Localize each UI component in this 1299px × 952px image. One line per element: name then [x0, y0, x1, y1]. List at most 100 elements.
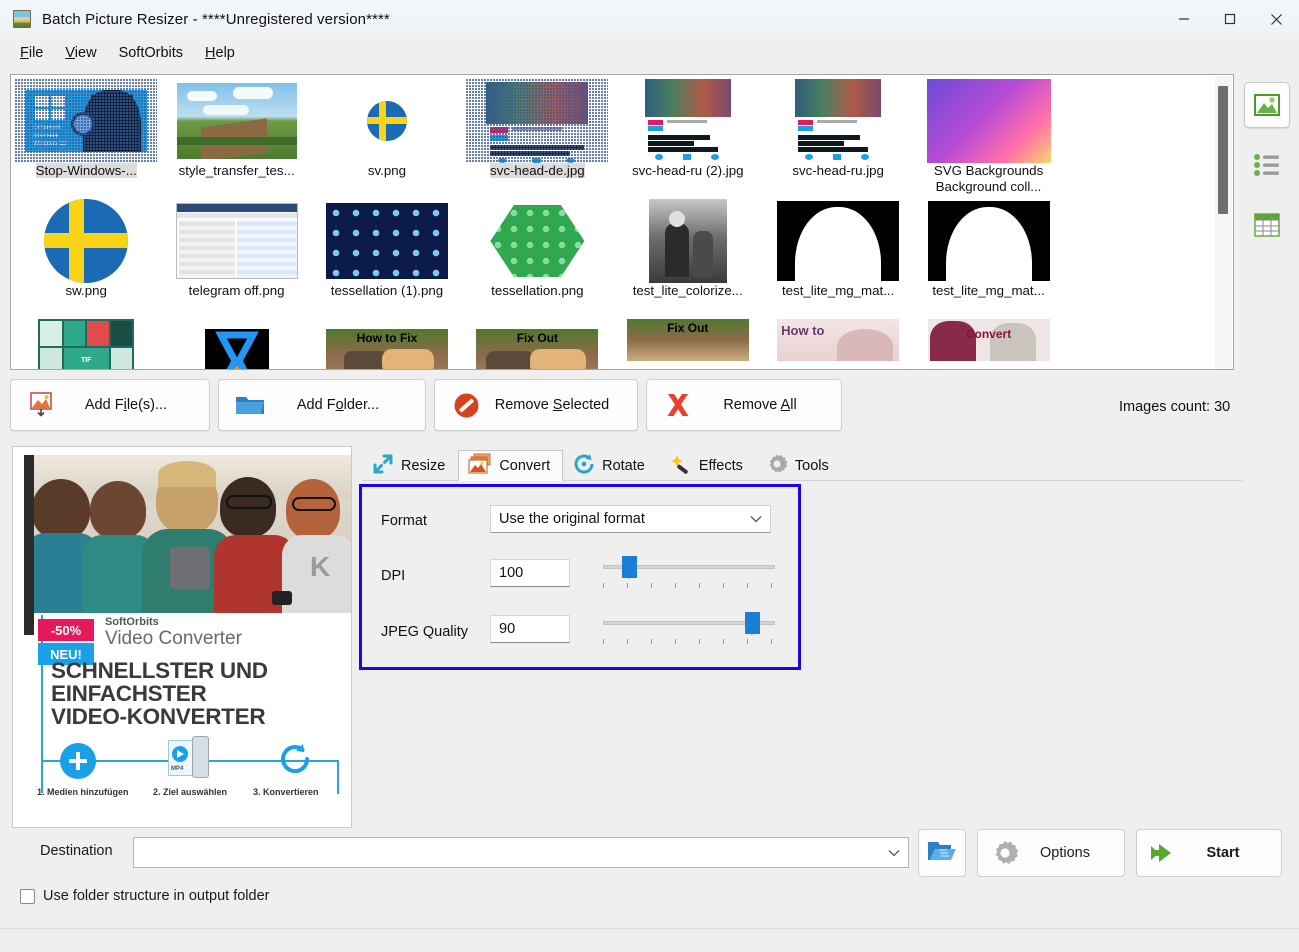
thumbnail-label: sw.png	[65, 283, 107, 298]
thumbnail-image: TIF	[15, 319, 157, 369]
images-count-label: Images count: 30	[1119, 399, 1231, 415]
thumbnail-item[interactable]: time.png	[161, 315, 311, 369]
thumbnail-item[interactable]: Fix Out	[613, 315, 763, 361]
thumbnail-item[interactable]: Convert	[913, 315, 1063, 361]
tab-tools[interactable]: Tools	[756, 450, 842, 481]
maximize-icon[interactable]	[1207, 0, 1253, 38]
preview-left-rule	[41, 615, 43, 793]
dpi-slider-ticks	[603, 583, 775, 589]
jpeg-quality-slider-thumb[interactable]	[745, 612, 760, 635]
dpi-label: DPI	[381, 568, 406, 584]
rotate-icon	[573, 453, 595, 479]
thumbnail-image: How to	[767, 319, 909, 361]
tab-resize-label: Resize	[401, 458, 446, 474]
start-button[interactable]: Start	[1136, 829, 1282, 877]
thumbnail-item[interactable]: svc-head-de.jpg	[462, 75, 612, 195]
preview-accent-bar	[24, 455, 34, 635]
thumbnail-item[interactable]: sw.png	[11, 195, 161, 315]
thumbnail-item[interactable]: style_transfer_tes...	[161, 75, 311, 195]
details-view-button[interactable]	[1244, 202, 1290, 248]
thumbnail-label: svc-head-ru.jpg	[792, 163, 884, 178]
thumbnail-image: Convert	[918, 319, 1060, 361]
thumbnail-image	[767, 79, 909, 163]
browse-folder-button[interactable]	[918, 829, 966, 877]
format-select[interactable]: Use the original format	[490, 505, 771, 533]
tab-tools-label: Tools	[794, 458, 829, 474]
thumbnail-item[interactable]: SVG Backgrounds Background coll...	[913, 75, 1063, 195]
thumbnail-item[interactable]: Останови шпионаж Windows 11! Stop-Windows-…	[11, 75, 161, 195]
menu-file[interactable]: File	[10, 42, 53, 64]
preview-step-1: 1. Medien hinzufügen	[37, 787, 129, 797]
add-folder-label: Add Folder...	[296, 397, 380, 413]
destination-input[interactable]	[133, 837, 909, 868]
tab-effects-label: Effects	[698, 458, 743, 474]
add-folder-button[interactable]: Add Folder...	[218, 379, 426, 431]
dpi-input[interactable]: 100	[490, 559, 570, 587]
thumbnail-item[interactable]: tessellation (1).png	[312, 195, 462, 315]
menu-view[interactable]: View	[55, 42, 106, 64]
menu-softorbits[interactable]: SoftOrbits	[109, 42, 193, 64]
thumbnail-view-button[interactable]	[1244, 82, 1290, 128]
use-folder-structure-checkbox[interactable]	[20, 888, 35, 904]
thumbnail-item[interactable]: Fix Out of Focus Pictures Title-fix-out.…	[462, 315, 612, 369]
thumbnail-item[interactable]: sv.png	[312, 75, 462, 195]
minimize-icon[interactable]	[1161, 0, 1207, 38]
thumbnail-item[interactable]: tessellation.png	[462, 195, 612, 315]
vertical-scrollbar[interactable]	[1215, 76, 1232, 369]
dpi-slider[interactable]	[603, 556, 775, 590]
thumbnail-image: Fix Out of Focus Pictures	[466, 319, 608, 369]
resize-arrow-icon	[372, 453, 394, 479]
thumbnail-image	[166, 199, 308, 283]
tab-convert-label: Convert	[499, 457, 551, 474]
remove-all-button[interactable]: Remove All	[646, 379, 842, 431]
jpeg-quality-label: JPEG Quality	[381, 624, 469, 640]
title-bar: Batch Picture Resizer - ****Unregistered…	[0, 0, 1299, 38]
thumbnail-image	[15, 199, 157, 283]
thumbnail-image	[316, 199, 458, 283]
jpeg-quality-input[interactable]: 90	[490, 615, 570, 643]
preview-photo: K	[24, 455, 351, 613]
folder-icon	[233, 388, 267, 422]
dpi-slider-thumb[interactable]	[622, 556, 637, 579]
options-button[interactable]: Options	[977, 829, 1125, 877]
remove-selected-button[interactable]: Remove Selected	[434, 379, 638, 431]
thumbnail-image: Останови шпионаж Windows 11!	[15, 79, 158, 163]
tab-resize[interactable]: Resize	[362, 450, 458, 481]
thumbnail-image	[166, 79, 308, 163]
window-title: Batch Picture Resizer - ****Unregistered…	[42, 10, 390, 28]
thumbnail-label: SVG Backgrounds Background coll...	[933, 163, 1044, 194]
gear-icon	[990, 838, 1020, 868]
thumbnail-item[interactable]: How to Fix Out-of-Focus Title2.jpg	[312, 315, 462, 369]
preview-product: Video Converter	[105, 628, 242, 649]
list-view-button[interactable]	[1244, 142, 1290, 188]
thumbnail-item[interactable]: test_lite_mg_mat...	[913, 195, 1063, 315]
thumbnail-item[interactable]: test_lite_colorize...	[613, 195, 763, 315]
thumbnail-item[interactable]: telegram off.png	[161, 195, 311, 315]
options-label: Options	[1040, 845, 1090, 861]
thumbnail-label: test_lite_mg_mat...	[932, 283, 1045, 298]
tab-convert[interactable]: Convert	[458, 450, 564, 481]
close-icon[interactable]	[1253, 0, 1299, 38]
tab-rotate[interactable]: Rotate	[563, 450, 658, 481]
thumbnail-label: test_lite_colorize...	[632, 283, 743, 298]
tab-rotate-label: Rotate	[602, 458, 645, 474]
thumbnail-label: tessellation.png	[491, 283, 584, 298]
destination-label: Destination	[40, 843, 113, 859]
thumbnail-item[interactable]: TIF tiff.jpg	[11, 315, 161, 369]
thumbnail-item[interactable]: How to	[763, 315, 913, 361]
thumbnail-item[interactable]: svc-head-ru (2).jpg	[613, 75, 763, 195]
jpeg-quality-slider[interactable]	[603, 612, 775, 646]
convert-settings-panel: Format Use the original format DPI 100 J…	[359, 484, 801, 670]
thumbnail-image: How to Fix Out-of-Focus	[316, 319, 458, 369]
tab-effects[interactable]: Effects	[658, 450, 756, 481]
format-value: Use the original format	[499, 511, 645, 527]
thumbnail-item[interactable]: svc-head-ru.jpg	[763, 75, 913, 195]
thumbnail-item[interactable]: test_lite_mg_mat...	[763, 195, 913, 315]
scrollbar-thumb[interactable]	[1218, 86, 1228, 214]
use-folder-structure-row[interactable]: Use folder structure in output folder	[20, 888, 269, 904]
menu-help[interactable]: Help	[195, 42, 245, 64]
preview-pane: K -50% NEU! SoftOrbits Video Converter S…	[12, 446, 352, 828]
add-files-button[interactable]: Add File(s)...	[10, 379, 210, 431]
thumbnail-panel[interactable]: Останови шпионаж Windows 11! Stop-Windows-…	[10, 74, 1234, 370]
table-icon	[1254, 213, 1280, 237]
